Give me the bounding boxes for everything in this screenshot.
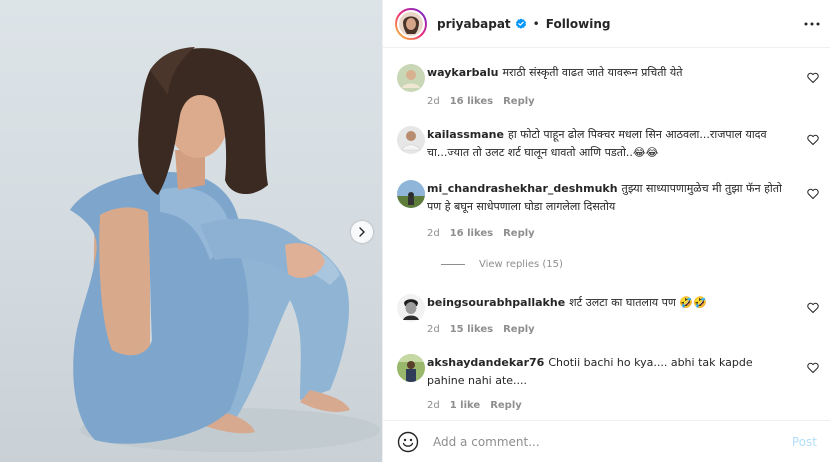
comment-meta: 2d 16 likes Reply bbox=[427, 96, 545, 107]
comment-composer: Post bbox=[383, 420, 830, 462]
comment-body: beingsourabhpallakhe शर्ट उलटा का घातलाय … bbox=[427, 294, 787, 312]
like-heart-icon[interactable] bbox=[807, 134, 819, 146]
comment-username[interactable]: mi_chandrashekhar_deshmukh bbox=[427, 182, 618, 195]
comment-username[interactable]: beingsourabhpallakhe bbox=[427, 296, 565, 309]
comment-body: akshaydandekar76 Chotii bachi ho kya.... … bbox=[427, 354, 787, 390]
comment-username[interactable]: waykarbalu bbox=[427, 66, 498, 79]
comment-item: waykarbalu मराठी संस्कृती वाढत जाते यावरू… bbox=[395, 62, 830, 112]
like-heart-icon[interactable] bbox=[807, 302, 819, 314]
comment-meta: 2d 16 likes Reply bbox=[427, 228, 545, 239]
reply-button[interactable]: Reply bbox=[503, 228, 535, 239]
comment-input[interactable] bbox=[433, 434, 773, 449]
commenter-avatar[interactable] bbox=[395, 124, 427, 156]
carousel-next-button[interactable] bbox=[351, 221, 373, 243]
author-username[interactable]: priyabapat bbox=[437, 17, 511, 31]
instagram-post: priyabapat • Following waykarbalu मराठी स… bbox=[0, 0, 830, 462]
author-avatar[interactable] bbox=[395, 7, 427, 40]
comment-body: waykarbalu मराठी संस्कृती वाढत जाते यावरू… bbox=[427, 64, 787, 82]
more-options-icon[interactable] bbox=[803, 15, 821, 33]
reply-button[interactable]: Reply bbox=[503, 96, 535, 107]
commenter-avatar[interactable] bbox=[395, 178, 427, 210]
comment-time: 2d bbox=[427, 96, 440, 107]
like-heart-icon[interactable] bbox=[807, 72, 819, 84]
comment-time: 2d bbox=[427, 324, 440, 335]
comment-item: beingsourabhpallakhe शर्ट उलटा का घातलाय … bbox=[395, 292, 830, 342]
chevron-right-icon bbox=[359, 227, 365, 237]
comment-time: 2d bbox=[427, 400, 440, 411]
view-replies-label: View replies (15) bbox=[479, 259, 563, 270]
comment-meta: 2d 1 like Reply bbox=[427, 400, 532, 411]
comment-likes[interactable]: 16 likes bbox=[450, 228, 493, 239]
comment-body: mi_chandrashekhar_deshmukh तुझ्या साध्याप… bbox=[427, 180, 787, 216]
emoji-smile-icon[interactable] bbox=[397, 431, 419, 453]
post-media[interactable] bbox=[0, 0, 382, 462]
comment-item: akshaydandekar76 Chotii bachi ho kya.... … bbox=[395, 352, 830, 418]
comment-meta: 2d 15 likes Reply bbox=[427, 324, 545, 335]
comment-username[interactable]: kailassmane bbox=[427, 128, 504, 141]
view-replies-line bbox=[441, 264, 465, 265]
reply-button[interactable]: Reply bbox=[490, 400, 522, 411]
comment-body: kailassmane हा फोटो पाहून ढोल पिक्चर मधला… bbox=[427, 126, 787, 162]
commenter-avatar[interactable] bbox=[395, 292, 427, 324]
view-replies-button[interactable]: View replies (15) bbox=[441, 259, 563, 270]
comment-likes[interactable]: 1 like bbox=[450, 400, 480, 411]
comment-likes[interactable]: 15 likes bbox=[450, 324, 493, 335]
commenter-avatar[interactable] bbox=[395, 352, 427, 384]
like-heart-icon[interactable] bbox=[807, 362, 819, 374]
comment-text: शर्ट उलटा का घातलाय पण 🤣🤣 bbox=[569, 296, 707, 309]
comment-likes[interactable]: 16 likes bbox=[450, 96, 493, 107]
following-button[interactable]: Following bbox=[546, 17, 611, 31]
post-comment-button[interactable]: Post bbox=[792, 435, 817, 449]
commenter-avatar[interactable] bbox=[395, 62, 427, 94]
reply-button[interactable]: Reply bbox=[503, 324, 535, 335]
verified-badge-icon bbox=[515, 18, 526, 29]
comment-item: mi_chandrashekhar_deshmukh तुझ्या साध्याप… bbox=[395, 178, 830, 244]
like-heart-icon[interactable] bbox=[807, 188, 819, 200]
post-header: priyabapat • Following bbox=[383, 0, 830, 48]
header-separator: • bbox=[532, 16, 540, 31]
post-photo bbox=[70, 47, 380, 452]
comment-time: 2d bbox=[427, 228, 440, 239]
comment-text: मराठी संस्कृती वाढत जाते यावरून प्रचिती … bbox=[502, 66, 683, 79]
comment-username[interactable]: akshaydandekar76 bbox=[427, 356, 544, 369]
post-side-panel: priyabapat • Following waykarbalu मराठी स… bbox=[382, 0, 830, 462]
comment-item: kailassmane हा फोटो पाहून ढोल पिक्चर मधला… bbox=[395, 124, 830, 184]
